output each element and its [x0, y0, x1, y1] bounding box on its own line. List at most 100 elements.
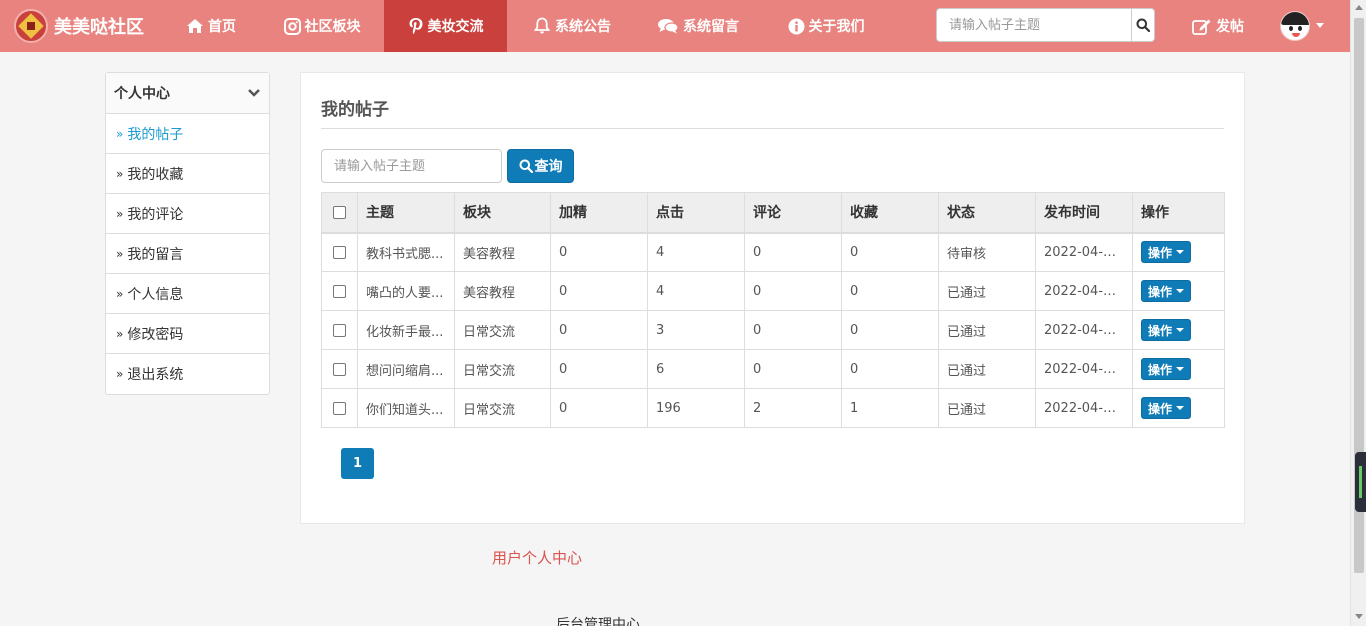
cell-clicks: 3	[647, 310, 745, 350]
home-icon	[187, 19, 203, 33]
cell-status: 待审核	[938, 232, 1036, 272]
double-chevron-icon: »	[116, 367, 124, 381]
row-action-button[interactable]: 操作	[1141, 280, 1192, 302]
cell-comments: 0	[744, 232, 842, 272]
column-header: 评论	[744, 192, 842, 234]
instagram-icon	[283, 17, 301, 35]
row-checkbox[interactable]	[333, 362, 346, 376]
column-header: 板块	[454, 192, 551, 234]
column-header: 发布时间	[1035, 192, 1133, 234]
admin-center-link[interactable]: 后台管理中心	[556, 614, 640, 626]
nav-item-label: 系统留言	[683, 19, 739, 35]
double-chevron-icon: »	[116, 166, 124, 181]
sidebar-item-my-messages[interactable]: » 我的留言	[106, 234, 269, 274]
row-checkbox[interactable]	[333, 284, 346, 298]
caret-down-icon	[1176, 406, 1185, 410]
cell-status: 已通过	[938, 349, 1036, 389]
cell-comments: 0	[744, 349, 842, 389]
cell-favorites: 0	[841, 271, 939, 311]
info-icon	[788, 18, 804, 34]
topic-search-input[interactable]	[321, 149, 502, 183]
cell-favorites: 0	[841, 232, 939, 272]
sidebar-item-my-favorites[interactable]: » 我的收藏	[106, 154, 269, 194]
side-widget[interactable]	[1355, 452, 1366, 512]
sidebar-item-logout[interactable]: » 退出系统	[106, 354, 269, 394]
scroll-up-icon[interactable]	[1355, 5, 1363, 10]
pagination-page[interactable]: 1	[341, 448, 374, 479]
cell-featured: 0	[550, 388, 648, 428]
nav-search-button[interactable]	[1131, 9, 1154, 41]
table-row: 嘴凸的人要... 美容教程 0 4 0 0 已通过 2022-04-15 ... 操作	[321, 271, 1225, 311]
nav-item-messages[interactable]: 系统留言	[646, 0, 750, 52]
cell-time: 2022-04-15 ...	[1035, 232, 1133, 272]
double-chevron-icon: »	[116, 286, 124, 301]
table-row: 想问问缩肩... 日常交流 0 6 0 0 已通过 2022-04-14 ... 操作	[321, 349, 1225, 389]
avatar[interactable]	[1280, 11, 1310, 41]
cell-favorites: 0	[841, 349, 939, 389]
nav-search-input[interactable]	[937, 9, 1131, 41]
cell-topic[interactable]: 你们知道头...	[357, 388, 455, 428]
sidebar-item-my-posts[interactable]: » 我的帖子	[106, 114, 269, 154]
search-icon	[1136, 18, 1150, 32]
cell-time: 2022-04-15 ...	[1035, 271, 1133, 311]
brand-logo-icon	[14, 9, 48, 43]
cell-time: 2022-04-01 ...	[1035, 388, 1133, 428]
column-header: 加精	[550, 192, 648, 234]
cell-section: 美容教程	[454, 232, 551, 272]
cell-section: 日常交流	[454, 349, 551, 389]
cell-section: 美容教程	[454, 271, 551, 311]
user-center-link[interactable]: 用户个人中心	[492, 547, 582, 568]
scroll-down-icon[interactable]	[1355, 614, 1363, 619]
nav-item-home[interactable]: 首页	[170, 0, 252, 52]
nav-item-sections[interactable]: 社区板块	[270, 0, 374, 52]
nav-item-makeup[interactable]: 美妆交流	[384, 0, 507, 52]
sidebar-header-label: 个人中心	[114, 86, 170, 102]
caret-down-icon[interactable]	[1316, 23, 1324, 28]
double-chevron-icon: »	[116, 126, 124, 141]
row-action-button[interactable]: 操作	[1141, 397, 1192, 419]
post-button[interactable]: 发帖	[1192, 0, 1244, 52]
sidebar-header[interactable]: 个人中心	[106, 73, 269, 114]
posts-table: 主题 板块 加精 点击 评论 收藏 状态 发布时间 操作 教科书式腮... 美容教…	[321, 192, 1225, 428]
nav-item-label: 关于我们	[808, 19, 865, 35]
nav-item-announcements[interactable]: 系统公告	[526, 0, 618, 52]
row-action-button[interactable]: 操作	[1141, 241, 1192, 264]
caret-down-icon	[1176, 367, 1185, 371]
column-header: 操作	[1132, 192, 1225, 234]
cell-favorites: 0	[841, 310, 939, 350]
cell-topic[interactable]: 教科书式腮...	[357, 232, 455, 272]
cell-favorites: 1	[841, 388, 939, 428]
sidebar: 个人中心 » 我的帖子 » 我的收藏 » 我的评论 » 我的留言 » 个人信息 » 修改密码…	[105, 72, 270, 395]
row-checkbox[interactable]	[333, 245, 346, 259]
page-title: 我的帖子	[321, 100, 389, 120]
query-button[interactable]: 查询	[507, 149, 574, 183]
cell-comments: 0	[744, 310, 842, 350]
cell-comments: 2	[744, 388, 842, 428]
row-checkbox[interactable]	[333, 401, 346, 415]
caret-down-icon	[1176, 289, 1185, 293]
cell-topic[interactable]: 想问问缩肩...	[357, 349, 455, 389]
sidebar-item-profile[interactable]: » 个人信息	[106, 274, 269, 314]
brand[interactable]: 美美哒社区	[14, 9, 144, 43]
cell-clicks: 4	[647, 271, 745, 311]
cell-section: 日常交流	[454, 388, 551, 428]
sidebar-item-my-comments[interactable]: » 我的评论	[106, 194, 269, 234]
column-header: 点击	[647, 192, 745, 234]
row-action-button[interactable]: 操作	[1141, 319, 1192, 341]
search-icon	[519, 159, 533, 173]
cell-clicks: 6	[647, 349, 745, 389]
cell-topic[interactable]: 化妆新手最...	[357, 310, 455, 350]
nav-item-about[interactable]: 关于我们	[776, 0, 876, 52]
caret-down-icon	[1176, 328, 1185, 332]
cell-status: 已通过	[938, 310, 1036, 350]
comments-icon	[658, 19, 679, 34]
pinterest-icon	[409, 18, 422, 34]
chevron-down-icon	[248, 89, 260, 97]
select-all-checkbox[interactable]	[333, 205, 346, 219]
sidebar-item-change-password[interactable]: » 修改密码	[106, 314, 269, 354]
row-action-button[interactable]: 操作	[1141, 358, 1192, 380]
row-checkbox[interactable]	[333, 323, 346, 337]
column-header: 主题	[357, 192, 455, 234]
cell-topic[interactable]: 嘴凸的人要...	[357, 271, 455, 311]
page-scrollbar[interactable]	[1350, 0, 1366, 626]
